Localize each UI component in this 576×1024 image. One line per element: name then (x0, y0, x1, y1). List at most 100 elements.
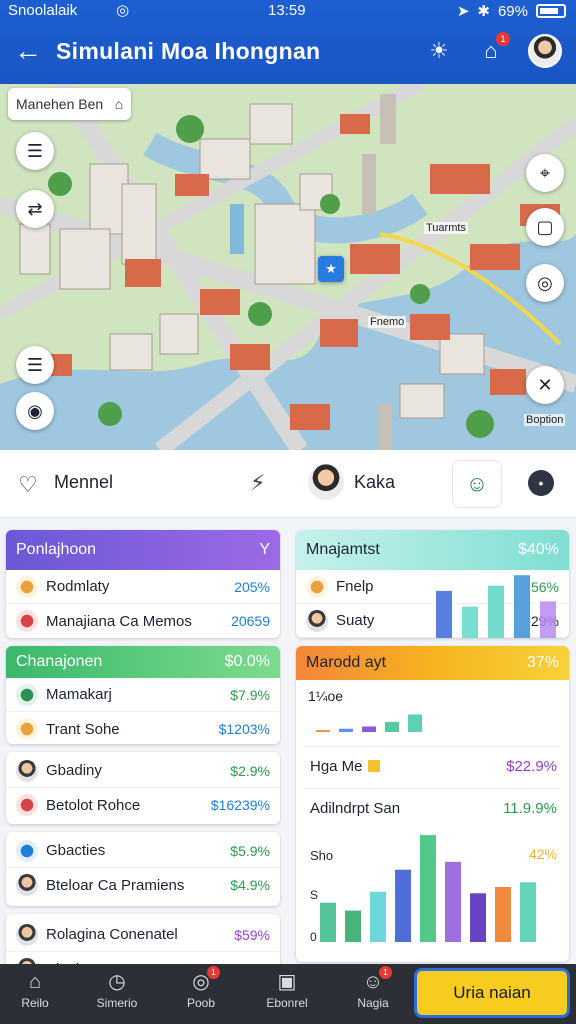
card-title: Ponlajhoon (16, 541, 97, 558)
battery-percent: 69% (497, 2, 528, 20)
card-value: 37% (526, 654, 559, 671)
tag-icon[interactable]: ♡ (18, 472, 38, 498)
primary-action-button[interactable]: Uria naian (414, 968, 570, 1018)
list-item[interactable]: Mamakarj $7.9% (6, 678, 280, 712)
chart-bar (345, 910, 361, 942)
bluetooth-icon: ✱ (477, 3, 490, 20)
more-icon[interactable]: • (528, 470, 554, 496)
person-icon[interactable]: ☺ (452, 460, 502, 508)
axis-label: 0 (310, 930, 317, 944)
clock-icon: ◷ (108, 971, 126, 993)
list-item[interactable]: Rolagina Conenatel $59% (6, 918, 280, 952)
chart-bar (540, 601, 556, 638)
avatar (16, 610, 38, 632)
flag-icon (368, 760, 380, 772)
card-green[interactable]: Chanajonen $0.0% Mamakarj $7.9% Trant So… (6, 646, 280, 744)
chart-bar (420, 835, 436, 942)
filter-icon[interactable]: ⚡ (250, 470, 265, 496)
nav-item-messages[interactable]: ☺ 1 Nagia (338, 966, 408, 1010)
avatar (16, 759, 38, 782)
user-toolbar: ♡ Mennel ⚡ Kaka ☺ • (0, 450, 576, 518)
mini-bar-chart (316, 714, 422, 732)
cart-icon[interactable]: ⌂ 1 (474, 32, 510, 68)
document-icon[interactable]: ☰ (16, 346, 54, 384)
analytics-card[interactable]: Marodd ayt 37% 1¼oe Hga Me $22.9% Adilnd… (296, 646, 569, 962)
card-teal[interactable]: Mnajamtst $40% Fnelp 56% Suaty 29% (296, 530, 569, 638)
status-bar: Snoolalaik ◎ 13:59 ➤ ✱ 69% (0, 0, 576, 22)
chart-bar (462, 606, 478, 638)
navigation-bar: ← Simulani Moa Ihongnan ☀ ⌂ 1 (0, 28, 576, 78)
chart-bar (488, 585, 504, 638)
list-item[interactable]: Gbacties $5.9% (6, 834, 280, 868)
map-search-box[interactable]: Manehen Ben ⌂ (8, 88, 132, 120)
measure-icon[interactable]: ✕ (526, 366, 564, 404)
nav-label: Poob (186, 996, 216, 1010)
main-bar-chart (320, 835, 536, 942)
cart-badge: 1 (496, 32, 510, 46)
item-name: Rolagina Conenatel (46, 926, 178, 943)
map-label-3: Boption (524, 414, 566, 426)
item-name: Betolot Rohce (46, 796, 141, 814)
card-value: Y (259, 541, 270, 558)
metric-value: 11.9.9% (503, 800, 557, 817)
nav-item-pool[interactable]: ◎ 1 Poob (166, 966, 236, 1010)
avatar (306, 575, 328, 598)
nav-label: Simerio (96, 996, 138, 1010)
user-name[interactable]: Kaka (354, 472, 395, 493)
layers-icon[interactable]: ☰ (16, 132, 54, 170)
carrier-label: Snoolalaik (8, 2, 78, 19)
list-item[interactable]: Betolot Rohce $16239% (6, 788, 280, 822)
card-list-1[interactable]: Gbadiny $2.9% Betolot Rohce $16239% (6, 752, 280, 824)
list-item[interactable]: Rodmlaty 205% (6, 570, 280, 604)
user-icon: ☺ 1 (358, 966, 392, 996)
nav-item-home[interactable]: ⌂ Reilo (0, 968, 70, 1010)
chart-bar (362, 726, 376, 732)
shield-icon[interactable]: ▢ (526, 208, 564, 246)
card-list-2[interactable]: Gbacties $5.9% Bteloar Ca Pramiens $4.9% (6, 832, 280, 906)
map-label-2: Fnemo (368, 316, 407, 328)
account-name[interactable]: Mennel (54, 472, 113, 493)
map-marker-icon[interactable]: ★ (318, 256, 344, 282)
wifi-icon: ◎ (116, 2, 130, 19)
chart-bar (408, 714, 422, 732)
item-value: $2.9% (230, 762, 270, 779)
nav-label: Nagia (357, 996, 389, 1010)
nav-item-panel[interactable]: ▣ Ebonrel (252, 968, 322, 1010)
chart-bar (370, 891, 386, 942)
list-item[interactable]: Manajiana Ca Memos 20659 (6, 604, 280, 638)
card-purple[interactable]: Ponlajhoon Y Rodmlaty 205% Manajiana Ca … (6, 530, 280, 638)
metric-label: Adilndrpt San (310, 800, 401, 817)
chart-bar (339, 728, 353, 732)
item-name: Rodmlaty (46, 578, 110, 595)
target-icon[interactable]: ⌖ (526, 154, 564, 192)
city-map[interactable]: Manehen Ben ⌂ ☰ ⇄ ☰ ◉ ⌖ ▢ ◎ ✕ ★ Tuarmts … (0, 84, 576, 450)
route-icon[interactable]: ⇄ (16, 190, 54, 228)
user-avatar[interactable] (306, 462, 346, 502)
chart-bar (385, 721, 399, 732)
compass-icon[interactable]: ◎ (526, 264, 564, 302)
chart-bar (495, 887, 511, 942)
avatar (16, 718, 38, 740)
list-item[interactable]: Bteloar Ca Pramiens $4.9% (6, 868, 280, 902)
chart-bar (470, 893, 486, 942)
item-name: Gbadiny (46, 762, 102, 779)
list-item[interactable]: Trant Sohe $1203% (6, 712, 280, 744)
item-value: $59% (234, 926, 270, 943)
map-illustration (0, 84, 576, 450)
item-value: $16239% (210, 797, 270, 813)
nav-item-simulation[interactable]: ◷ Simerio (82, 968, 152, 1010)
pin-icon[interactable]: ◉ (16, 392, 54, 430)
back-arrow-icon[interactable]: ← (14, 36, 42, 66)
card-green-header: Chanajonen $0.0% (6, 646, 280, 678)
list-item[interactable]: Gbadiny $2.9% (6, 754, 280, 788)
card-title: Chanajonen (16, 653, 103, 670)
profile-avatar[interactable] (528, 34, 562, 68)
divider (304, 746, 561, 747)
item-name: Mamakarj (46, 686, 112, 703)
chart-bar (514, 575, 530, 638)
brightness-icon[interactable]: ☀ (422, 34, 456, 68)
home-icon: ⌂ (28, 971, 42, 993)
nav-label: Reilo (21, 996, 49, 1010)
target-icon: ◎ 1 (186, 966, 220, 996)
avatar (16, 874, 38, 896)
